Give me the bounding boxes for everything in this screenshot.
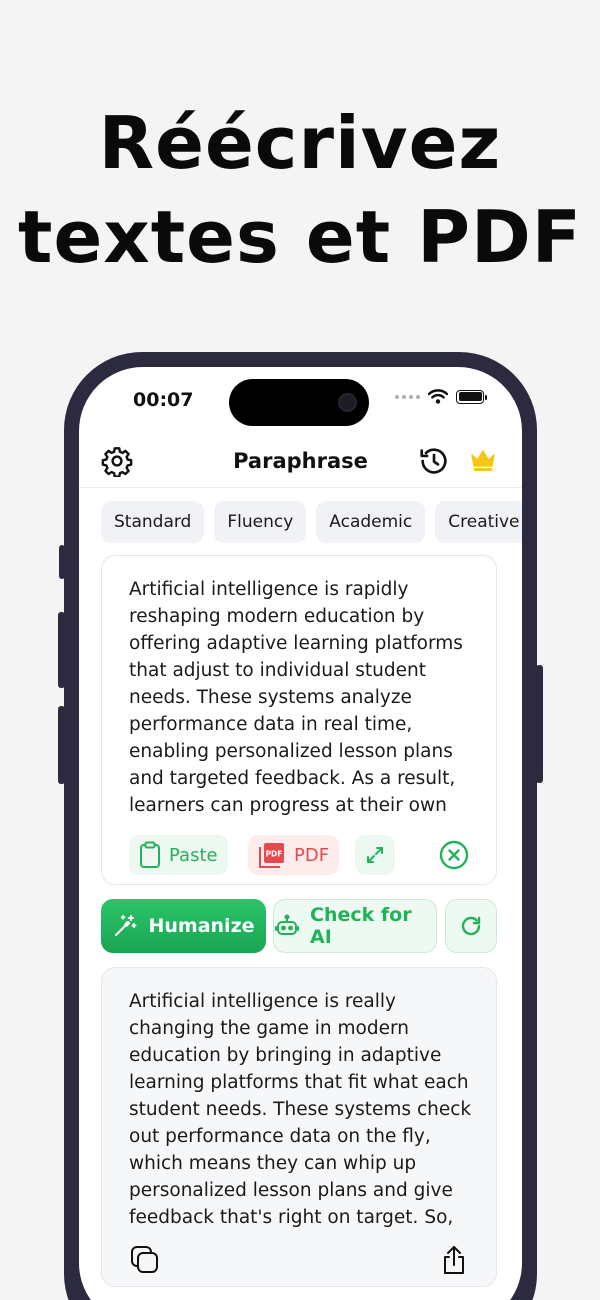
clipboard-icon <box>139 841 161 869</box>
input-text-area[interactable]: Artificial intelligence is rapidly resha… <box>129 576 479 819</box>
pdf-badge-text: PDF <box>266 850 283 859</box>
battery-icon <box>456 389 487 404</box>
promo-headline: Réécrivez textes et PDF <box>0 96 600 284</box>
output-card: Artificial intelligence is really changi… <box>101 967 497 1287</box>
tab-creative[interactable]: Creative <box>435 501 522 543</box>
input-card: Artificial intelligence is rapidly resha… <box>101 555 497 885</box>
headline-line-2: textes et PDF <box>18 195 582 279</box>
phone-volume-up-button <box>58 612 65 688</box>
page-title: Paraphrase <box>233 449 368 473</box>
history-icon[interactable] <box>418 445 450 477</box>
phone-power-button <box>536 665 543 783</box>
action-bar: Humanize Check for AI <box>101 899 497 953</box>
mode-tabs: Standard Fluency Academic Creative <box>101 501 522 543</box>
paste-button[interactable]: Paste <box>129 835 228 875</box>
headline-line-1: Réécrivez <box>98 101 502 185</box>
clear-icon[interactable] <box>438 839 470 871</box>
signal-dots-icon <box>395 394 420 399</box>
nav-bar: Paraphrase <box>79 439 522 487</box>
share-icon[interactable] <box>440 1244 468 1276</box>
phone-side-button <box>59 545 65 579</box>
output-text: Artificial intelligence is really changi… <box>129 991 472 1228</box>
dynamic-island <box>229 379 369 426</box>
camera-icon <box>338 393 357 412</box>
wifi-icon <box>428 389 448 404</box>
tab-fluency[interactable]: Fluency <box>214 501 307 543</box>
status-time: 00:07 <box>133 389 194 411</box>
tab-standard[interactable]: Standard <box>101 501 205 543</box>
pdf-label: PDF <box>294 844 330 866</box>
pdf-button[interactable]: PDF PDF <box>248 835 340 875</box>
expand-button[interactable] <box>355 835 395 875</box>
copy-icon[interactable] <box>129 1244 161 1276</box>
expand-icon <box>365 845 385 865</box>
nav-divider <box>79 487 522 488</box>
status-icons <box>395 389 487 404</box>
phone-volume-down-button <box>58 706 65 784</box>
magic-wand-icon <box>112 913 138 939</box>
humanize-label: Humanize <box>148 915 255 937</box>
pdf-file-icon: PDF <box>258 841 286 869</box>
refresh-icon <box>459 914 483 938</box>
tab-academic[interactable]: Academic <box>316 501 426 543</box>
crown-icon[interactable] <box>469 447 497 473</box>
humanize-button[interactable]: Humanize <box>101 899 266 953</box>
check-for-ai-label: Check for AI <box>310 904 412 948</box>
check-for-ai-button[interactable]: Check for AI <box>273 899 437 953</box>
regenerate-button[interactable] <box>445 899 497 953</box>
paste-label: Paste <box>169 844 218 866</box>
robot-icon <box>274 913 300 939</box>
app-screen: 00:07 Paraphrase Standard Fluency Academ… <box>79 367 522 1300</box>
